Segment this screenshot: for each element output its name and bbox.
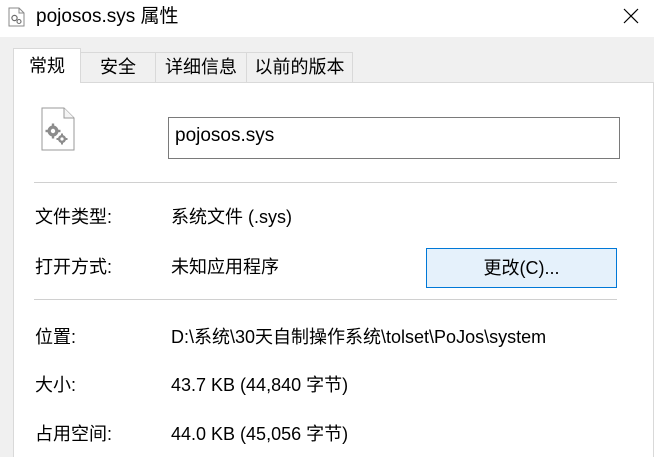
file-name-input[interactable]: pojosos.sys (168, 117, 620, 159)
file-type-value: 系统文件 (.sys) (171, 207, 292, 227)
location-value: D:\系统\30天自制操作系统\tolset\PoJos\system (171, 327, 547, 347)
size-value: 43.7 KB (44,840 字节) (171, 375, 349, 395)
close-icon (623, 8, 639, 24)
tab-security[interactable]: 安全 (80, 52, 156, 82)
divider (34, 182, 617, 183)
opens-with-value: 未知应用程序 (171, 257, 279, 277)
size-on-disk-value: 44.0 KB (45,056 字节) (171, 424, 349, 444)
opens-with-label: 打开方式: (35, 257, 113, 277)
change-button[interactable]: 更改(C)... (426, 248, 617, 288)
tab-previous-versions[interactable]: 以前的版本 (246, 52, 353, 82)
tab-general[interactable]: 常规 (13, 48, 81, 83)
properties-dialog: pojosos.sys 属性 常规 安全 详细信息 以前的版本 pojosos.… (0, 0, 654, 457)
file-type-label: 文件类型: (35, 207, 113, 227)
close-button[interactable] (608, 0, 654, 32)
system-file-gears-icon (41, 107, 75, 151)
size-on-disk-label: 占用空间: (35, 424, 113, 444)
window-title: pojosos.sys 属性 (36, 6, 179, 27)
system-file-icon (8, 7, 25, 27)
divider (34, 299, 617, 300)
title-bar[interactable]: pojosos.sys 属性 (0, 0, 654, 37)
tab-details[interactable]: 详细信息 (155, 52, 247, 82)
location-label: 位置: (35, 327, 77, 347)
size-label: 大小: (35, 375, 77, 395)
